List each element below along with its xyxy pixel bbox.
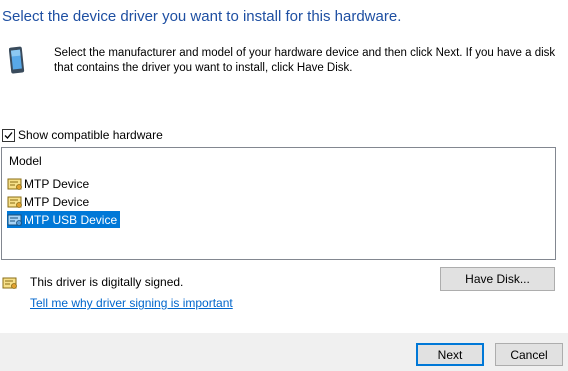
model-item[interactable]: MTP Device bbox=[7, 193, 92, 210]
signing-status-text: This driver is digitally signed. bbox=[30, 275, 184, 289]
instructions-text: Select the manufacturer and model of you… bbox=[54, 47, 556, 74]
show-compatible-hardware-checkbox[interactable]: Show compatible hardware bbox=[2, 127, 163, 143]
checkbox-box[interactable] bbox=[2, 128, 15, 142]
show-compatible-hardware-label: Show compatible hardware bbox=[18, 128, 163, 142]
driver-signing-info-link[interactable]: Tell me why driver signing is important bbox=[30, 296, 233, 310]
checkmark-icon bbox=[4, 131, 13, 139]
model-item-selected[interactable]: MTP USB Device bbox=[7, 211, 121, 228]
driver-selection-dialog: Select the device driver you want to ins… bbox=[0, 0, 568, 371]
driver-certificate-icon bbox=[7, 214, 22, 226]
model-item-label: MTP USB Device bbox=[24, 212, 118, 227]
next-button[interactable]: Next bbox=[416, 343, 484, 366]
signed-certificate-icon bbox=[2, 277, 17, 289]
model-item[interactable]: MTP Device bbox=[7, 175, 92, 192]
cancel-button[interactable]: Cancel bbox=[495, 343, 563, 366]
model-list[interactable]: Model MTP Device MTP Device MTP USB Devi… bbox=[1, 147, 556, 260]
page-title: Select the device driver you want to ins… bbox=[2, 8, 402, 25]
driver-certificate-icon bbox=[7, 178, 22, 190]
model-item-label: MTP Device bbox=[24, 194, 90, 209]
have-disk-button[interactable]: Have Disk... bbox=[440, 267, 555, 291]
phone-device-icon bbox=[9, 46, 25, 74]
driver-certificate-icon bbox=[7, 196, 22, 208]
model-item-label: MTP Device bbox=[24, 176, 90, 191]
model-column-header: Model bbox=[9, 154, 42, 168]
